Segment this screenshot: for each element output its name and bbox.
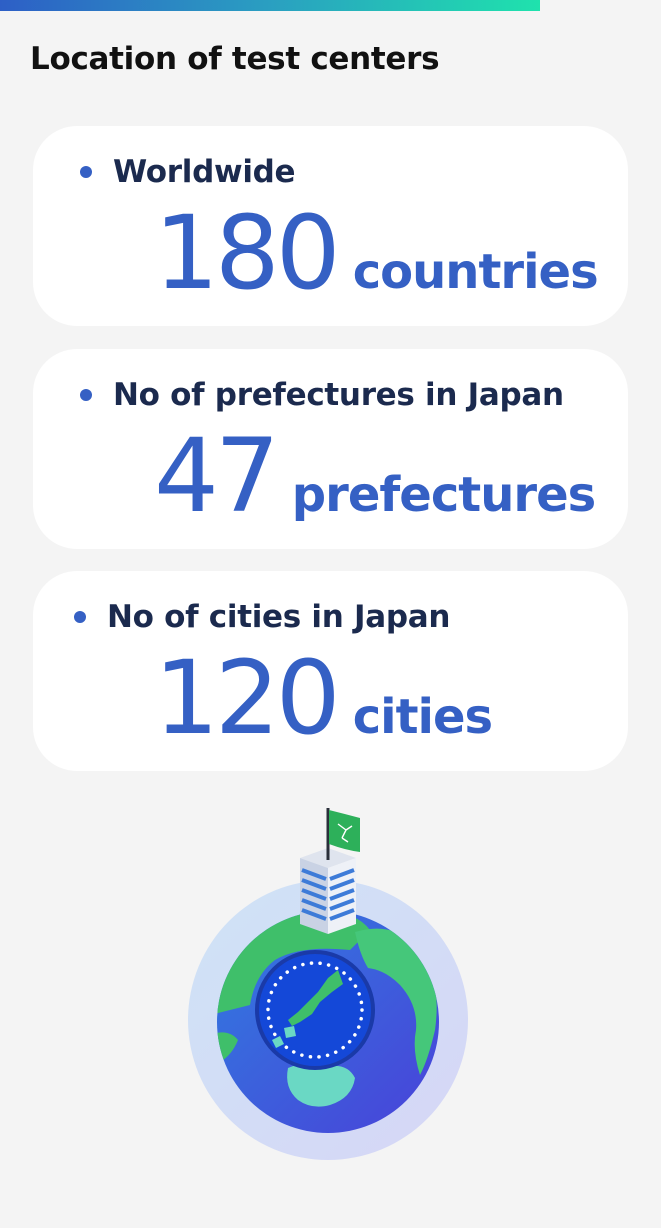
stat-number: 120 xyxy=(154,639,341,758)
stat-unit: prefectures xyxy=(291,467,596,523)
stat-card-worldwide: Worldwide 180 countries xyxy=(33,126,628,326)
stat-unit: countries xyxy=(352,244,599,300)
stat-label: No of cities in Japan xyxy=(107,599,451,635)
globe-with-building-icon xyxy=(188,808,468,1160)
stat-label: Worldwide xyxy=(113,154,296,190)
stat-unit: cities xyxy=(352,689,493,745)
page-title: Location of test centers xyxy=(30,41,440,77)
bullet-icon xyxy=(74,611,86,623)
stat-value-group: 120 cities xyxy=(154,639,493,758)
stat-number: 180 xyxy=(154,194,341,313)
stat-value-group: 47 prefectures xyxy=(154,417,596,536)
stat-number: 47 xyxy=(154,417,280,536)
bullet-icon xyxy=(80,166,92,178)
stat-card-cities: No of cities in Japan 120 cities xyxy=(33,571,628,771)
top-gradient-bar xyxy=(0,0,540,11)
stat-value-group: 180 countries xyxy=(154,194,599,313)
stat-label: No of prefectures in Japan xyxy=(113,377,564,413)
bullet-icon xyxy=(80,389,92,401)
stat-card-prefectures: No of prefectures in Japan 47 prefecture… xyxy=(33,349,628,549)
